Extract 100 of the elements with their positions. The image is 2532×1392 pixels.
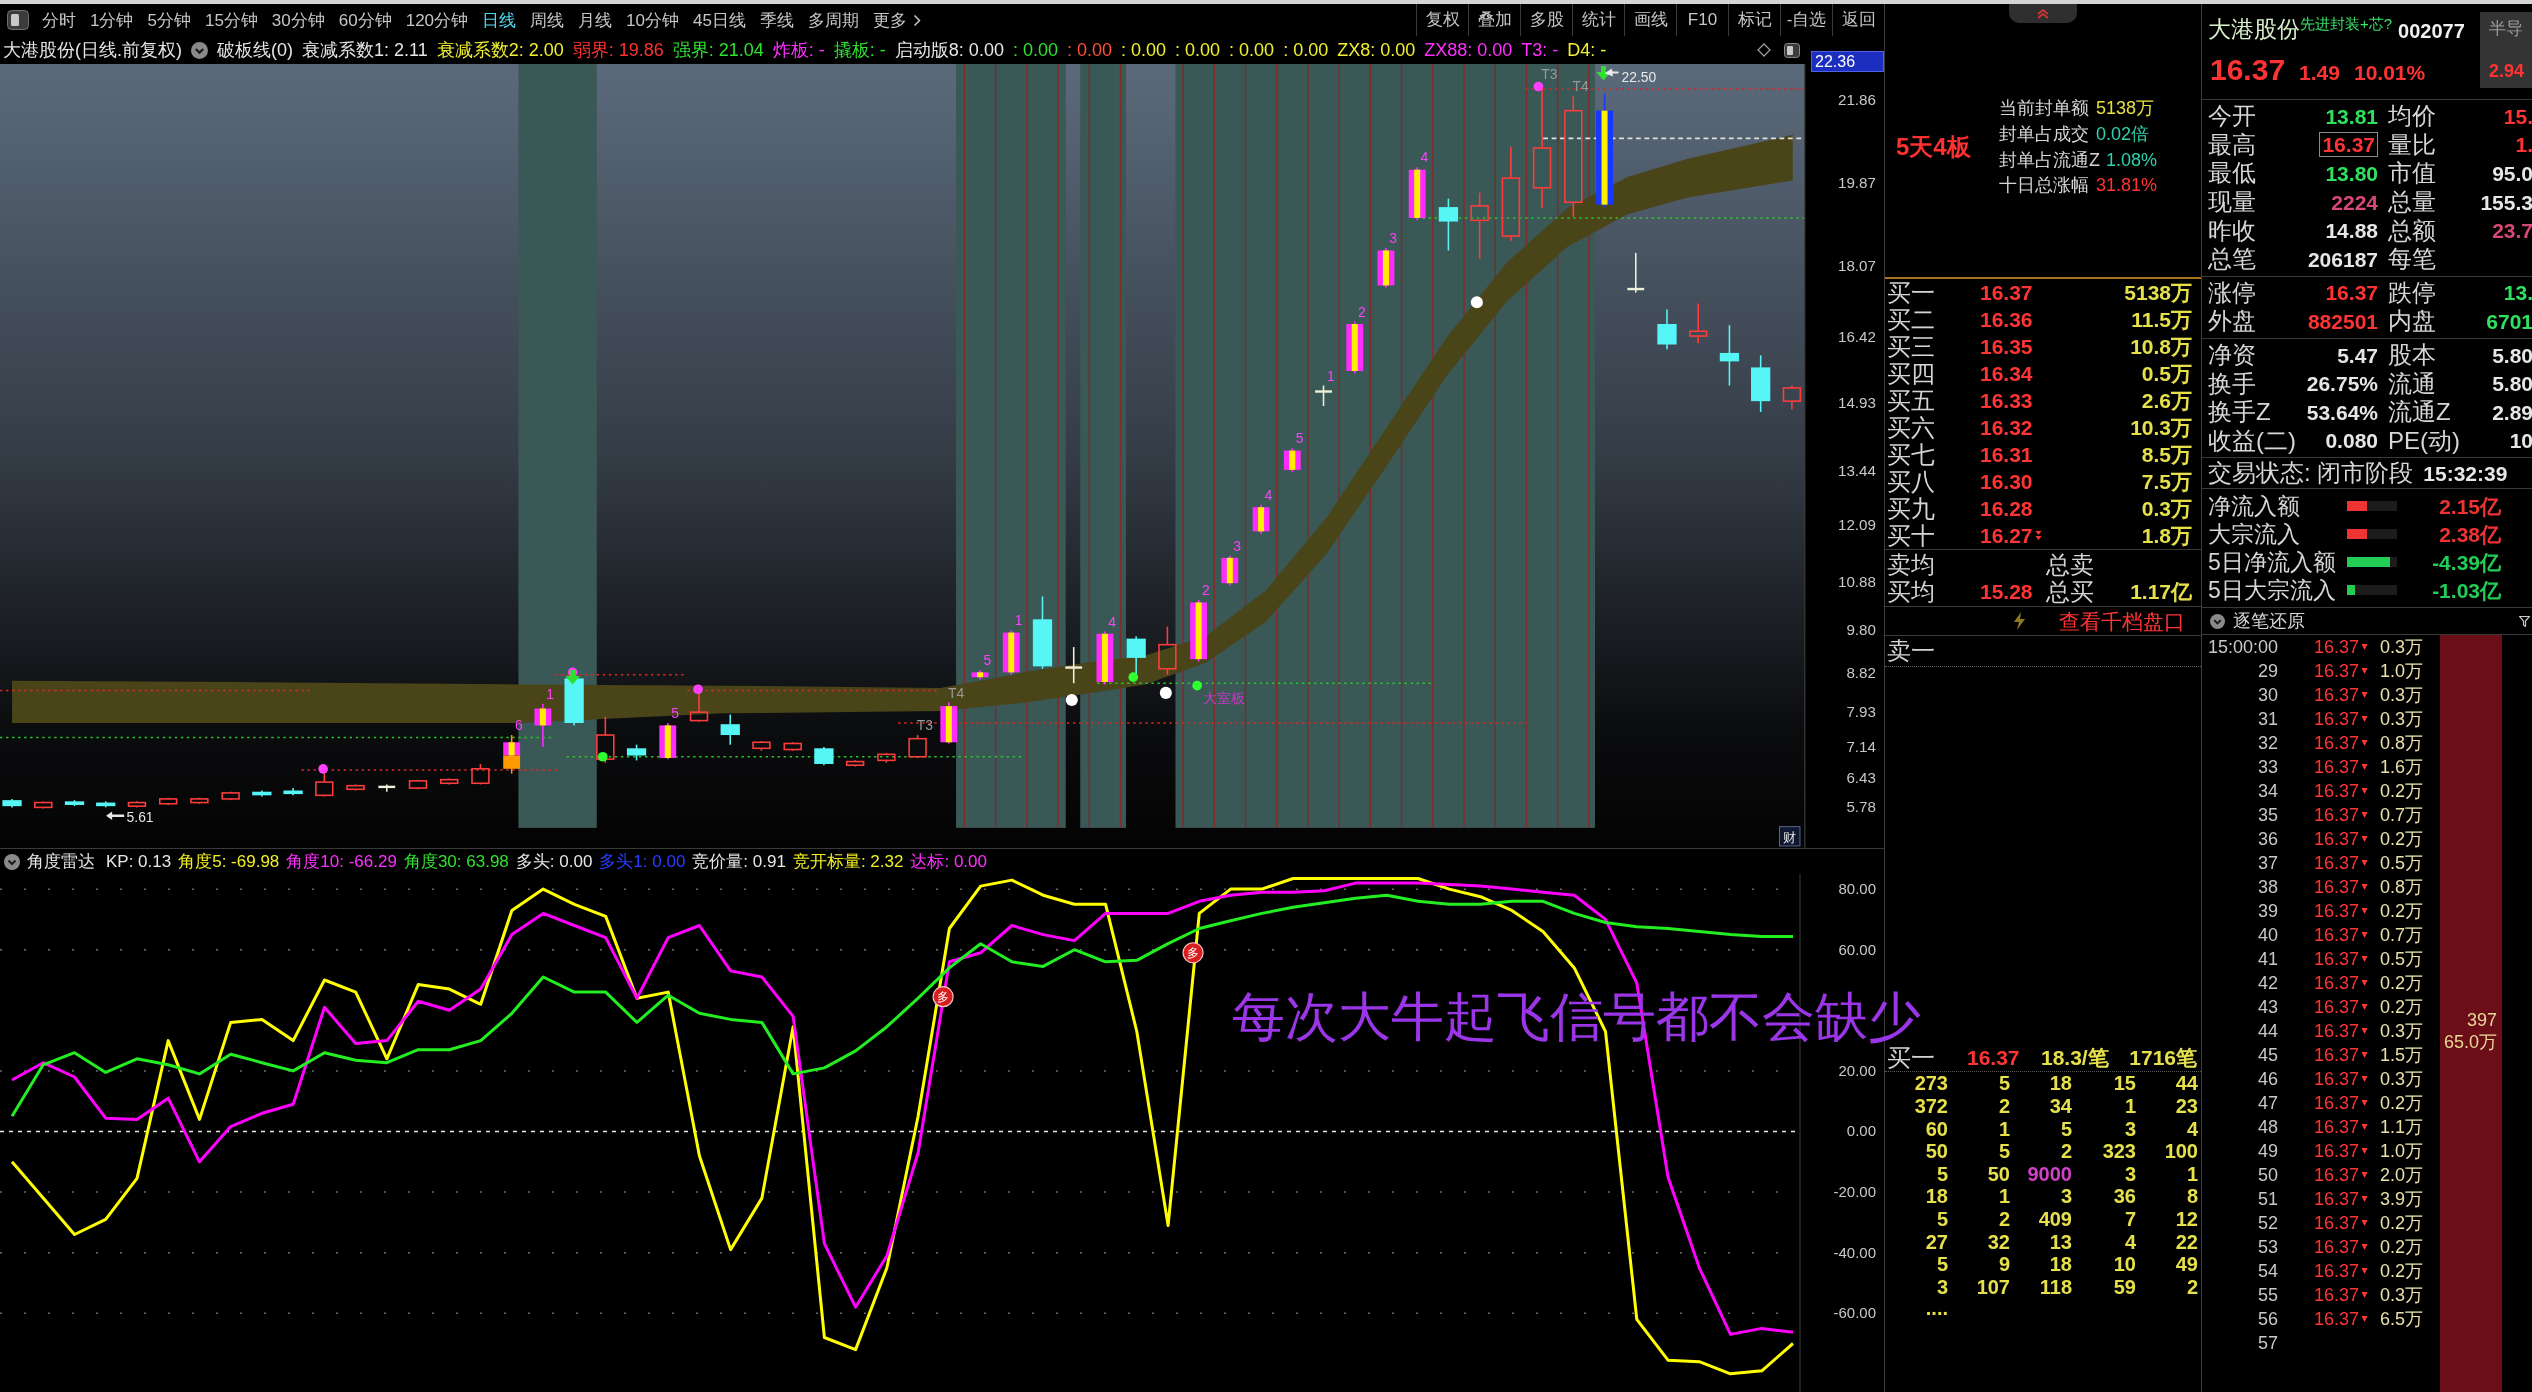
price-change: 1.49	[2299, 62, 2340, 83]
toolbar-button[interactable]: 返回	[1832, 4, 1884, 36]
panel-toggle-icon[interactable]	[1784, 42, 1800, 58]
flow-label: 5日净流入额	[2208, 548, 2336, 575]
diamond-icon[interactable]	[1757, 43, 1771, 57]
candle	[503, 734, 521, 775]
tick-volume: 0.2万	[2380, 830, 2424, 849]
candle	[908, 734, 927, 759]
tick-volume: 0.2万	[2380, 974, 2424, 993]
period-tab[interactable]: 日线	[482, 11, 517, 29]
tick-volume: 0.3万	[2380, 1286, 2424, 1305]
stat-label: 流通Z	[2388, 400, 2451, 425]
low-price-label: 5.61	[126, 808, 154, 825]
queue-order: 3	[2124, 1117, 2136, 1140]
candle	[1657, 308, 1677, 351]
tick-price: 16.37	[2314, 1214, 2360, 1233]
stat-value: 882501	[2307, 310, 2378, 332]
queue-order: 1	[1998, 1185, 2010, 1208]
toolbar-button[interactable]: -自选	[1780, 4, 1832, 36]
candle	[440, 777, 459, 786]
more-menu-button[interactable]: 更多	[872, 11, 921, 29]
total-label: 总买	[2046, 577, 2094, 605]
filter-icon[interactable]	[2519, 615, 2530, 627]
tick-price: 16.37	[2314, 1118, 2360, 1137]
period-tab[interactable]: 分时	[42, 11, 76, 29]
stat-value: 95.0	[2492, 163, 2532, 184]
period-tab[interactable]: 45日线	[693, 11, 746, 29]
indicator-value: 角度5: -69.98	[178, 853, 280, 870]
tick-price: 16.37	[2314, 830, 2360, 849]
queue-order: 50	[1987, 1162, 2010, 1185]
candle	[1065, 646, 1083, 684]
bid-level-label: 买九	[1887, 494, 1935, 522]
signal-dot	[598, 751, 608, 762]
tick-time: 36	[2257, 829, 2278, 850]
toolbar-button[interactable]: 标记	[1728, 4, 1780, 36]
queue-order: 18	[2049, 1072, 2072, 1095]
queue-order: 323	[2102, 1140, 2136, 1163]
period-tab[interactable]: 多周期	[807, 11, 859, 29]
period-tab[interactable]: 5分钟	[147, 11, 191, 29]
candle	[1190, 599, 1208, 663]
triangle-down-icon	[2361, 907, 2369, 916]
triangle-down-icon	[2361, 787, 2369, 796]
signal-dot	[1192, 680, 1202, 691]
candle	[221, 790, 240, 801]
indicator-value: 启动版8: 0.00	[894, 41, 1004, 59]
period-tab[interactable]: 120分钟	[405, 11, 469, 29]
sector-panel[interactable]: 半导 2.94	[2480, 12, 2532, 88]
circle-chevron-icon[interactable]	[2210, 613, 2225, 629]
indicator-value: 角度10: -66.29	[286, 853, 397, 870]
tick-price: 16.37	[2314, 710, 2360, 729]
stat-label: 股本	[2388, 343, 2436, 368]
stat-value: 155.3	[2480, 191, 2532, 213]
collapse-button[interactable]	[2009, 4, 2077, 23]
toolbar-button[interactable]: 画线	[1624, 4, 1676, 36]
stat-label: 流通	[2388, 371, 2436, 396]
last-price: 16.37	[2210, 55, 2286, 85]
period-tab[interactable]: 30分钟	[271, 11, 325, 29]
tick-time: 53	[2257, 1237, 2278, 1258]
toolbar-button[interactable]: 多股	[1520, 4, 1572, 36]
indicator-value: ZX88: 0.00	[1424, 41, 1513, 59]
period-tab[interactable]: 月线	[578, 11, 613, 29]
queue-order: 22	[2175, 1230, 2198, 1253]
toolbar-button[interactable]: 叠加	[1468, 4, 1520, 36]
stat-label: 最高	[2208, 132, 2256, 157]
triangle-down-icon	[2361, 1171, 2369, 1180]
queue-order: 59	[2113, 1275, 2136, 1298]
stat-value: 5.47	[2337, 344, 2378, 366]
summary-label: 封单占流通Z	[1999, 149, 2100, 170]
axis-label: 21.86	[1837, 90, 1876, 108]
toolbar-button[interactable]: 统计	[1572, 4, 1624, 36]
triangle-down-icon	[2361, 1075, 2369, 1084]
tick-price: 16.37	[2314, 950, 2360, 969]
tick-time: 15:00:00	[2207, 637, 2278, 658]
tick-time: 31	[2257, 709, 2278, 730]
depth-link[interactable]: 查看千档盘口	[2059, 610, 2185, 632]
period-tab[interactable]: 季线	[759, 11, 794, 29]
indicator-value: 炸板: -	[772, 41, 825, 59]
stat-value: 13.81	[2325, 105, 2378, 127]
flow-value: 2.38亿	[2439, 522, 2501, 546]
panel-toggle-icon[interactable]	[7, 10, 29, 30]
period-tab[interactable]: 10分钟	[626, 11, 679, 29]
circle-chevron-icon[interactable]	[191, 41, 208, 59]
stat-label: 换手	[2208, 371, 2256, 396]
candle	[940, 701, 958, 745]
indicator-value: 竞开标量: 2.32	[792, 853, 904, 870]
tick-time: 41	[2257, 949, 2278, 970]
candle-label: 1	[1014, 612, 1023, 629]
triangle-down-icon	[2361, 811, 2369, 820]
toolbar-button[interactable]: F10	[1676, 4, 1728, 36]
period-tab[interactable]: 周线	[530, 11, 565, 29]
period-tab[interactable]: 15分钟	[204, 11, 258, 29]
toolbar-button[interactable]: 复权	[1416, 4, 1468, 36]
chevron-right-icon	[912, 13, 921, 27]
period-tab[interactable]: 60分钟	[338, 11, 392, 29]
queue-order: 5	[1998, 1072, 2010, 1095]
indicator-value: D4: -	[1567, 41, 1607, 59]
stat-value: 5.80	[2492, 344, 2532, 366]
circle-chevron-icon[interactable]	[4, 853, 20, 870]
axis-label: 0.00	[1846, 1122, 1876, 1140]
period-tab[interactable]: 1分钟	[90, 11, 134, 29]
